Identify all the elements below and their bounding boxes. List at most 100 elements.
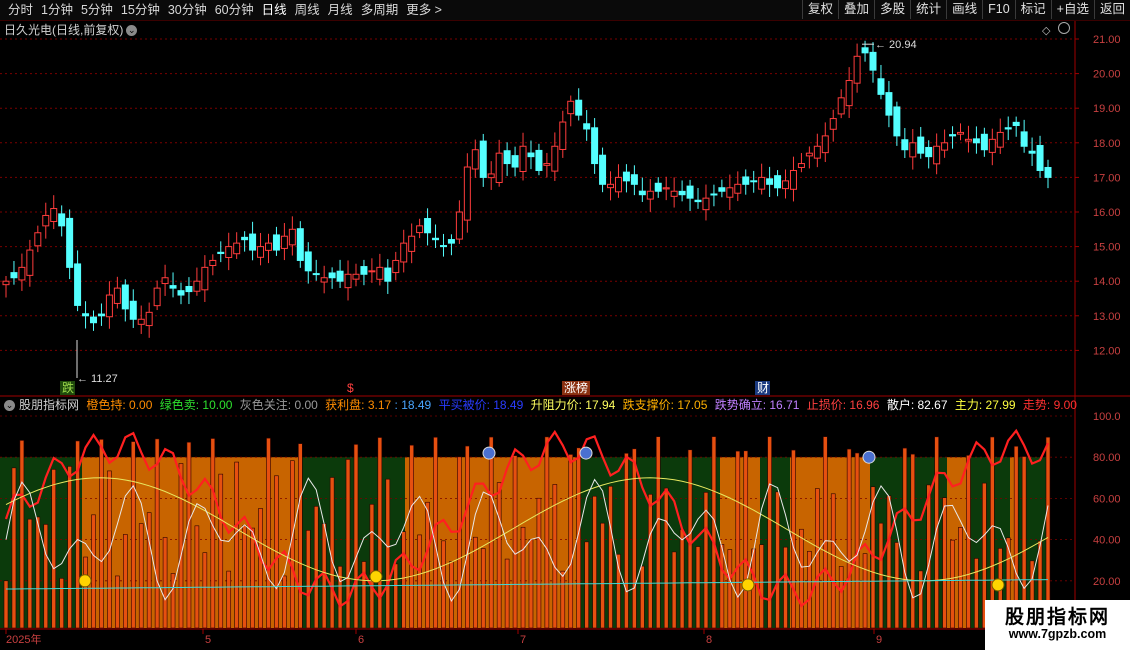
indicator-bar bbox=[465, 445, 470, 629]
circle-icon[interactable] bbox=[1058, 22, 1070, 34]
candle-down bbox=[479, 140, 487, 178]
xaxis-label: 9 bbox=[876, 634, 882, 646]
indicator-bar bbox=[11, 467, 17, 629]
candle-down bbox=[129, 300, 137, 320]
candle-down bbox=[630, 174, 638, 185]
candle-down bbox=[535, 149, 543, 171]
candle-up bbox=[670, 190, 678, 197]
indicator-bar bbox=[488, 436, 494, 629]
watermark-title: 股朋指标网 bbox=[1004, 607, 1110, 628]
legend-grey-watch: 灰色关注: 0.00 bbox=[239, 398, 318, 412]
indicator-bar bbox=[186, 441, 192, 629]
indicator-bar bbox=[480, 548, 486, 629]
xaxis-label: 5 bbox=[205, 634, 211, 646]
indicator-bar bbox=[305, 530, 311, 629]
indicator-bar bbox=[711, 436, 717, 629]
indicator-bar bbox=[210, 438, 216, 629]
candle-down bbox=[742, 176, 750, 185]
candle-down bbox=[439, 245, 447, 248]
candle-down bbox=[1020, 131, 1028, 147]
indicator-bar bbox=[822, 436, 828, 629]
candle-down bbox=[360, 266, 368, 275]
happy-face-icon bbox=[78, 574, 92, 588]
candle-down bbox=[241, 236, 249, 241]
candle-up bbox=[463, 166, 471, 221]
candle-down bbox=[718, 187, 726, 192]
indicator-bar bbox=[250, 527, 255, 629]
stock-title[interactable]: 日久光电(日线,前复权) ⌄ bbox=[4, 22, 138, 38]
candle-up bbox=[551, 145, 559, 172]
indicator-bar bbox=[449, 561, 454, 629]
indicator-bar bbox=[536, 497, 542, 629]
indicator-bar bbox=[83, 556, 88, 629]
indicator-tick-label: 80.00 bbox=[1093, 452, 1121, 464]
indicator-bar bbox=[130, 441, 136, 629]
candle-up bbox=[614, 176, 622, 193]
candle-down bbox=[82, 313, 90, 317]
candle-up bbox=[758, 176, 766, 190]
indicator-bar bbox=[162, 537, 168, 629]
indicator-bar bbox=[385, 478, 391, 629]
candle-up bbox=[344, 273, 352, 289]
indicator-bar bbox=[19, 440, 25, 629]
candle-up bbox=[408, 235, 416, 252]
candle-up bbox=[153, 287, 161, 307]
legend-profit-ratio: 获利盘: 3.17 bbox=[325, 398, 392, 412]
candle-up bbox=[288, 228, 296, 246]
indicator-bar bbox=[703, 492, 709, 629]
indicator-bar bbox=[457, 456, 462, 629]
event-tag-label: 跌 bbox=[62, 380, 74, 395]
happy-face-icon bbox=[741, 578, 755, 592]
candle-down bbox=[328, 272, 336, 279]
candle-down bbox=[972, 138, 980, 144]
candle-down bbox=[447, 239, 455, 244]
candle-up bbox=[559, 121, 567, 150]
indicator-bar bbox=[51, 469, 57, 629]
chart-canvas[interactable]: 21.00 20.00 19.00 18.00 17.00 16.00 15.00 14.00… bbox=[0, 0, 1130, 650]
candle-down bbox=[527, 152, 535, 158]
candle-up bbox=[34, 232, 42, 247]
indicator-bar bbox=[313, 506, 319, 629]
candle-down bbox=[1028, 150, 1036, 154]
indicator-bar bbox=[337, 565, 343, 629]
candle-up bbox=[821, 135, 829, 154]
candle-up bbox=[42, 214, 50, 227]
indicator-bar bbox=[838, 566, 844, 629]
candle-down bbox=[750, 180, 758, 183]
indicator-bar bbox=[799, 528, 804, 629]
indicator-bar bbox=[258, 508, 263, 629]
diamond-icon[interactable]: ◇ bbox=[1042, 24, 1050, 37]
candle-up bbox=[495, 152, 503, 183]
price-tick-label: 15.00 bbox=[1093, 242, 1121, 254]
candle-down bbox=[893, 106, 901, 137]
legend-stop-loss: 止损价: 16.96 bbox=[806, 398, 880, 412]
indicator-bar bbox=[544, 436, 550, 629]
candle-down bbox=[591, 127, 599, 165]
candle-down bbox=[169, 285, 177, 289]
candle-down bbox=[622, 171, 630, 182]
indicator-name[interactable]: 股朋指标网 bbox=[19, 398, 79, 412]
indicator-tick-label: 100.0 bbox=[1093, 411, 1121, 423]
sad-face-icon bbox=[579, 446, 593, 460]
candle-down bbox=[1036, 145, 1044, 171]
chevron-down-icon[interactable]: ⌄ bbox=[126, 25, 138, 37]
candle-down bbox=[384, 267, 392, 282]
legend-value-blue: : 18.49 bbox=[394, 398, 432, 412]
chevron-down-icon[interactable]: ⌄ bbox=[4, 400, 15, 412]
indicator-bar bbox=[592, 495, 597, 629]
candle-up bbox=[964, 138, 972, 142]
candle-up bbox=[519, 145, 527, 172]
xaxis-label: 7 bbox=[520, 634, 526, 646]
candle-up bbox=[845, 80, 853, 107]
indicator-bar bbox=[528, 539, 534, 629]
indicator-bar bbox=[910, 453, 916, 629]
legend-green-sell: 绿色卖: 10.00 bbox=[159, 398, 233, 412]
candle-down bbox=[901, 139, 909, 151]
candle-up bbox=[280, 235, 288, 249]
indicator-bar bbox=[759, 544, 764, 629]
candle-up bbox=[145, 311, 153, 327]
candle-down bbox=[424, 218, 432, 234]
candle-up bbox=[829, 118, 837, 130]
candle-up bbox=[702, 197, 710, 211]
indicator-bar bbox=[584, 541, 589, 629]
